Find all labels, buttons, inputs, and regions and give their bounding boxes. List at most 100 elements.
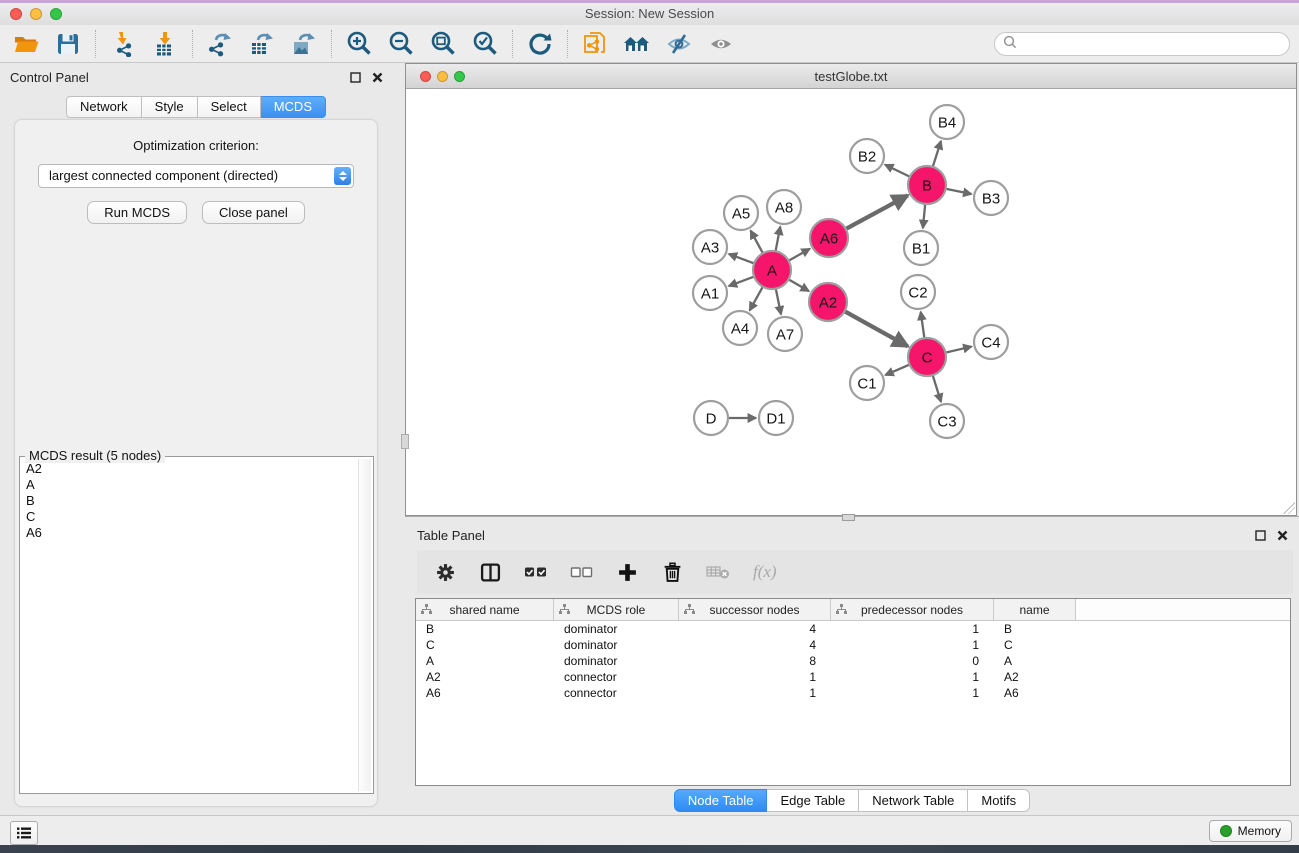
graph-node-C[interactable]: C — [908, 338, 946, 376]
export-table-icon[interactable] — [244, 29, 280, 59]
graph-edge-A-A8[interactable] — [776, 227, 781, 252]
add-row-icon[interactable] — [616, 560, 638, 584]
close-window-button[interactable] — [10, 8, 22, 20]
graph-node-A[interactable]: A — [753, 251, 791, 289]
table-row[interactable]: Cdominator41C — [416, 637, 1290, 653]
delete-table-icon[interactable] — [706, 560, 730, 584]
tab-motifs[interactable]: Motifs — [968, 789, 1030, 812]
save-session-icon[interactable] — [50, 29, 86, 59]
column-header-successor-nodes[interactable]: successor nodes — [679, 599, 831, 620]
table-row[interactable]: Bdominator41B — [416, 621, 1290, 637]
mcds-result-item[interactable]: A2 — [21, 461, 357, 477]
graph-edge-B-B4[interactable] — [933, 141, 941, 167]
graph-node-B3[interactable]: B3 — [974, 181, 1008, 215]
hide-panel-icon[interactable] — [661, 29, 697, 59]
graph-edge-A-A2[interactable] — [788, 279, 808, 291]
graph-node-C4[interactable]: C4 — [974, 325, 1008, 359]
graph-edge-C-C1[interactable] — [885, 365, 909, 375]
tab-style[interactable]: Style — [142, 96, 198, 118]
graph-edge-C-C2[interactable] — [921, 312, 925, 338]
zoom-window-button[interactable] — [50, 8, 62, 20]
graph-node-B1[interactable]: B1 — [904, 231, 938, 265]
graph-node-D[interactable]: D — [694, 401, 728, 435]
graph-node-A2[interactable]: A2 — [809, 283, 847, 321]
graph-node-A7[interactable]: A7 — [768, 317, 802, 351]
search-box[interactable] — [994, 32, 1290, 56]
network-canvas[interactable]: AA1A2A3A4A5A6A7A8BB1B2B3B4CC1C2C3C4DD1 — [406, 89, 1296, 515]
tab-mcds[interactable]: MCDS — [261, 96, 326, 118]
import-network-icon[interactable] — [105, 29, 141, 59]
graph-edge-B-B2[interactable] — [885, 165, 910, 177]
zoom-out-icon[interactable] — [383, 29, 419, 59]
zoom-in-icon[interactable] — [341, 29, 377, 59]
zoom-fit-icon[interactable] — [425, 29, 461, 59]
graph-node-A3[interactable]: A3 — [693, 230, 727, 264]
graph-edge-C-C4[interactable] — [945, 347, 971, 353]
tab-edge-table[interactable]: Edge Table — [767, 789, 859, 812]
graph-edge-A-A5[interactable] — [751, 231, 763, 254]
graph-node-B[interactable]: B — [908, 166, 946, 204]
close-panel-button[interactable]: Close panel — [202, 201, 305, 224]
mcds-result-item[interactable]: A6 — [21, 525, 357, 541]
graph-node-A5[interactable]: A5 — [724, 196, 758, 230]
graph-edge-A2-C[interactable] — [845, 311, 908, 346]
graph-node-B2[interactable]: B2 — [850, 139, 884, 173]
open-session-icon[interactable] — [8, 29, 44, 59]
column-header-MCDS-role[interactable]: MCDS role — [554, 599, 679, 620]
table-row[interactable]: A6connector11A6 — [416, 685, 1290, 701]
memory-button[interactable]: Memory — [1209, 820, 1292, 842]
home-icon[interactable] — [619, 29, 655, 59]
criterion-select[interactable]: largest connected component (directed) — [38, 164, 354, 188]
graph-node-A4[interactable]: A4 — [723, 311, 757, 345]
float-panel-icon[interactable] — [348, 70, 362, 84]
column-header-predecessor-nodes[interactable]: predecessor nodes — [831, 599, 994, 620]
task-history-button[interactable] — [10, 821, 38, 845]
tab-network[interactable]: Network — [66, 96, 142, 118]
mcds-result-item[interactable]: B — [21, 493, 357, 509]
graph-edge-B-B3[interactable] — [946, 189, 972, 194]
unselect-all-columns-icon[interactable] — [570, 560, 593, 584]
graph-node-C2[interactable]: C2 — [901, 275, 935, 309]
column-header-name[interactable]: name — [994, 599, 1076, 620]
graph-edge-A-A3[interactable] — [729, 254, 754, 263]
graph-edge-B-B1[interactable] — [923, 204, 925, 228]
graph-node-C1[interactable]: C1 — [850, 366, 884, 400]
mcds-result-item[interactable]: C — [21, 509, 357, 525]
column-layout-icon[interactable] — [479, 560, 501, 584]
column-header-shared-name[interactable]: shared name — [416, 599, 554, 620]
float-table-panel-icon[interactable] — [1253, 528, 1267, 542]
window-resize-grip[interactable] — [1283, 502, 1295, 514]
graph-node-D1[interactable]: D1 — [759, 401, 793, 435]
graph-node-A8[interactable]: A8 — [767, 190, 801, 224]
graph-edge-A-A6[interactable] — [789, 249, 810, 261]
export-network-icon[interactable] — [202, 29, 238, 59]
graph-edge-A6-B[interactable] — [846, 195, 908, 228]
select-all-columns-icon[interactable] — [524, 560, 547, 584]
function-builder-icon[interactable]: f(x) — [753, 560, 777, 584]
close-panel-icon[interactable] — [370, 70, 384, 84]
search-input[interactable] — [1022, 37, 1281, 52]
graph-node-C3[interactable]: C3 — [930, 404, 964, 438]
run-mcds-button[interactable]: Run MCDS — [87, 201, 187, 224]
graph-node-A6[interactable]: A6 — [810, 219, 848, 257]
tab-node-table[interactable]: Node Table — [674, 789, 768, 812]
table-row[interactable]: A2connector11A2 — [416, 669, 1290, 685]
show-panel-icon[interactable] — [703, 29, 739, 59]
minimize-window-button[interactable] — [30, 8, 42, 20]
tab-select[interactable]: Select — [198, 96, 261, 118]
clone-network-icon[interactable] — [577, 29, 613, 59]
graph-edge-A-A7[interactable] — [776, 289, 781, 315]
export-image-icon[interactable] — [286, 29, 322, 59]
graph-edge-A-A1[interactable] — [729, 277, 754, 286]
delete-row-icon[interactable] — [661, 560, 683, 584]
table-row[interactable]: Adominator80A — [416, 653, 1290, 669]
graph-node-A1[interactable]: A1 — [693, 276, 727, 310]
refresh-icon[interactable] — [522, 29, 558, 59]
tab-network-table[interactable]: Network Table — [859, 789, 968, 812]
import-table-icon[interactable] — [147, 29, 183, 59]
panel-splitter-handle[interactable] — [401, 434, 409, 449]
zoom-selected-icon[interactable] — [467, 29, 503, 59]
graph-edge-C-C3[interactable] — [933, 375, 941, 402]
graph-edge-A-A4[interactable] — [750, 287, 763, 311]
table-settings-icon[interactable] — [434, 560, 456, 584]
